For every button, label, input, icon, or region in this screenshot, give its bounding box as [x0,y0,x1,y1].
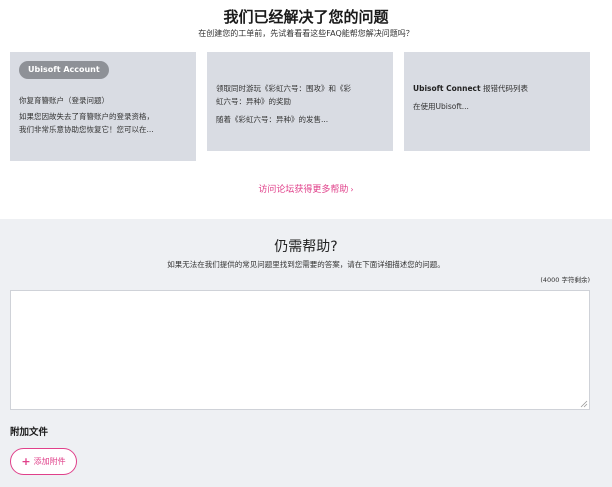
plus-icon: + [21,455,31,468]
category-badge: Ubisoft Account [19,61,109,79]
faq-card-rewards[interactable]: 领取同时游玩《彩虹六号：围攻》和《彩 虹六号：异种》的奖励 随着《彩虹六号：异种… [207,52,393,151]
faq-card-title: 你复育簪账户（登录问题） [19,96,109,105]
char-count: (4000 字符剩余) [540,276,590,284]
faq-card-title: Ubisoft Connect 报错代码列表 [413,82,528,95]
faq-card-excerpt-line: 我们非常乐意协助您恢复它！您可以在... [19,125,154,134]
faq-card-excerpt: 在使用Ubisoft... [413,102,469,111]
faq-card-title-line: 领取同时游玩《彩虹六号：围攻》和《彩 [216,84,351,93]
faq-card-account[interactable]: Ubisoft Account 你复育簪账户（登录问题） 如果您因故失去了育簪账… [10,52,196,161]
forum-help-link-label: 访问论坛获得更多帮助 [258,185,349,195]
chevron-right-icon: › [350,185,354,194]
add-attachment-button[interactable]: + 添加附件 [10,448,77,475]
faq-card-excerpt-line: 如果您因故失去了育簪账户的登录资格， [19,112,154,121]
page-title: 我们已经解决了您的问题 [223,8,389,26]
page-subtitle: 在创建您的工单前，先试着看看这些FAQ能帮您解决问题吗？ [198,29,414,38]
help-subtitle: 如果无法在我们提供的常见问题里找到您需要的答案，请在下面详细描述您的问题。 [167,260,445,269]
forum-help-link[interactable]: 访问论坛获得更多帮助 › [0,182,612,195]
faq-card-title-brand: Ubisoft Connect [413,84,481,93]
attachments-label: 附加文件 [10,427,49,438]
faq-card-excerpt: 随着《彩虹六号：异种》的发售... [216,115,329,124]
issue-description-textarea[interactable] [10,290,590,410]
faq-card-error-codes[interactable]: Ubisoft Connect 报错代码列表 在使用Ubisoft... [404,52,590,151]
help-title: 仍需帮助? [274,239,338,255]
add-attachment-label: 添加附件 [33,457,66,466]
faq-section: 我们已经解决了您的问题 在创建您的工单前，先试着看看这些FAQ能帮您解决问题吗？… [0,0,612,219]
faq-card-title-rest: 报错代码列表 [480,84,528,93]
faq-card-title-line: 虹六号：异种》的奖励 [216,97,291,106]
resize-handle-icon[interactable] [580,400,588,408]
